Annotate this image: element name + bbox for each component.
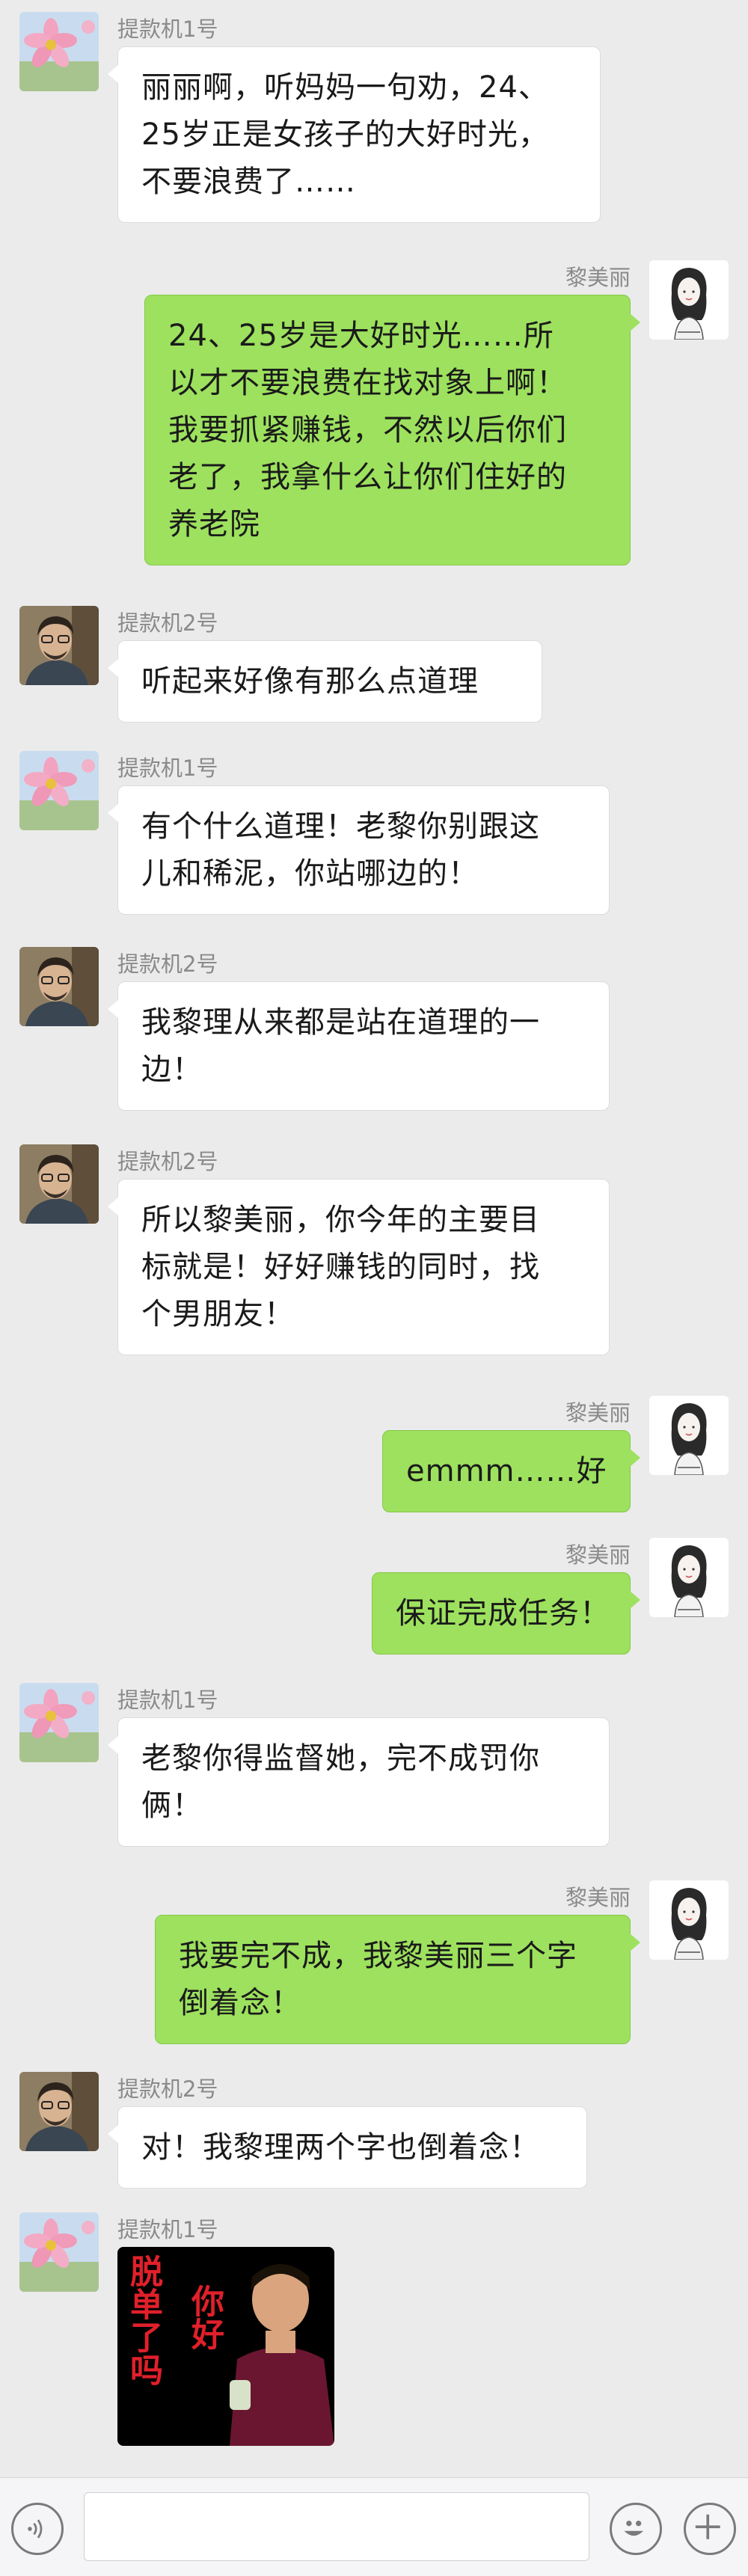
message-text-line: 听起来好像有那么点道理: [141, 664, 479, 699]
sender-name: 提款机2号: [117, 1149, 218, 1174]
message-text-line: 老黎你得监督她，完不成罚你: [141, 1741, 540, 1776]
message-bubble[interactable]: 对！我黎理两个字也倒着念！: [108, 2106, 587, 2189]
sender-name: 提款机2号: [117, 610, 218, 636]
sticker-person-figure: [230, 2264, 334, 2446]
man-avatar[interactable]: [19, 1144, 99, 1224]
message-text-line: 我要完不成，我黎美丽三个字: [179, 1939, 577, 1973]
flower-avatar[interactable]: [19, 751, 99, 830]
message-bubble[interactable]: 有个什么道理！老黎你别跟这 儿和稀泥，你站哪边的！: [108, 785, 610, 915]
message-bubble[interactable]: emmm……好: [382, 1430, 640, 1512]
message-text-line: 24、25岁是大好时光……所: [168, 319, 554, 353]
sender-name: 提款机2号: [117, 2076, 218, 2102]
message-text-line: 儿和稀泥，你站哪边的！: [141, 856, 479, 891]
man-avatar-image: [19, 947, 99, 1026]
girl-avatar[interactable]: [649, 1396, 729, 1475]
input-toolbar: [0, 2477, 748, 2576]
sender-name: 黎美丽: [565, 1885, 631, 1910]
message-text-line: 俩！: [141, 1788, 203, 1823]
flower-avatar-image: [19, 12, 99, 91]
message-text-line: 对！我黎理两个字也倒着念！: [141, 2130, 540, 2165]
message-text-line: 以才不要浪费在找对象上啊！: [168, 366, 567, 400]
girl-avatar[interactable]: [649, 260, 729, 340]
message-text-line: 所以黎美丽，你今年的主要目: [141, 1203, 540, 1237]
voice-icon[interactable]: [11, 2503, 64, 2555]
plus-icon-glyph: [695, 2514, 720, 2539]
message-text-line: 我要抓紧赚钱，不然以后你们: [168, 413, 567, 447]
man-avatar-image: [19, 606, 99, 685]
message-bubble[interactable]: 所以黎美丽，你今年的主要目 标就是！好好赚钱的同时，找 个男朋友！: [108, 1179, 610, 1355]
sender-name: 提款机1号: [117, 16, 218, 42]
voice-icon-glyph: [28, 2519, 43, 2539]
sender-name: 黎美丽: [565, 1400, 631, 1426]
message-bubble[interactable]: 丽丽啊，听妈妈一句劝，24、 25岁正是女孩子的大好时光， 不要浪费了……: [108, 46, 601, 223]
message-text-line: emmm……好: [406, 1454, 607, 1488]
message-bubble[interactable]: 24、25岁是大好时光……所 以才不要浪费在找对象上啊！ 我要抓紧赚钱，不然以后你们…: [144, 295, 640, 565]
girl-avatar-image: [649, 1396, 729, 1475]
girl-avatar-image: [649, 260, 729, 340]
sticker-image[interactable]: 脱单了吗 你好: [117, 2247, 334, 2446]
girl-avatar-image: [649, 1538, 729, 1617]
message-text-line: 养老院: [168, 507, 260, 542]
man-avatar[interactable]: [19, 2072, 99, 2151]
message-text-line: 个男朋友！: [141, 1297, 295, 1331]
message-text-line: 不要浪费了……: [141, 165, 356, 199]
message-bubble[interactable]: 老黎你得监督她，完不成罚你 俩！: [108, 1717, 610, 1847]
sender-name: 提款机1号: [117, 755, 218, 781]
message-bubble[interactable]: 我黎理从来都是站在道理的一 边！: [108, 981, 610, 1111]
message-text-line: 边！: [141, 1052, 203, 1087]
sender-name: 提款机1号: [117, 2217, 218, 2242]
man-avatar[interactable]: [19, 606, 99, 685]
girl-avatar[interactable]: [649, 1880, 729, 1960]
message-input[interactable]: [84, 2492, 589, 2561]
flower-avatar[interactable]: [19, 2212, 99, 2292]
message-text-line: 我黎理从来都是站在道理的一: [141, 1005, 540, 1040]
message-text-line: 有个什么道理！老黎你别跟这: [141, 809, 540, 844]
flower-avatar-image: [19, 2212, 99, 2292]
message-bubble[interactable]: 我要完不成，我黎美丽三个字 倒着念！: [155, 1915, 640, 2044]
man-avatar-image: [19, 1144, 99, 1224]
plus-icon[interactable]: [684, 2503, 736, 2555]
girl-avatar-image: [649, 1880, 729, 1960]
girl-avatar[interactable]: [649, 1538, 729, 1617]
man-avatar[interactable]: [19, 947, 99, 1026]
message-text-line: 丽丽啊，听妈妈一句劝，24、: [141, 70, 549, 105]
flower-avatar-image: [19, 751, 99, 830]
flower-avatar[interactable]: [19, 1683, 99, 1762]
sender-name: 黎美丽: [565, 1542, 631, 1568]
emoji-icon-glyph: [624, 2521, 644, 2536]
flower-avatar[interactable]: [19, 12, 99, 91]
message-bubble[interactable]: 听起来好像有那么点道理: [108, 640, 542, 723]
flower-avatar-image: [19, 1683, 99, 1762]
message-text-line: 标就是！好好赚钱的同时，找: [141, 1250, 540, 1284]
message-bubble[interactable]: 保证完成任务！: [372, 1572, 640, 1655]
sender-name: 黎美丽: [565, 265, 631, 290]
sender-name: 提款机1号: [117, 1687, 218, 1713]
message-text-line: 25岁正是女孩子的大好时光，: [141, 117, 549, 152]
message-text-line: 倒着念！: [179, 1986, 301, 2020]
emoji-icon[interactable]: [610, 2503, 662, 2555]
message-text-line: 老了，我拿什么让你们住好的: [168, 460, 567, 494]
message-text-line: 保证完成任务！: [396, 1596, 610, 1631]
man-avatar-image: [19, 2072, 99, 2151]
sender-name: 提款机2号: [117, 951, 218, 977]
